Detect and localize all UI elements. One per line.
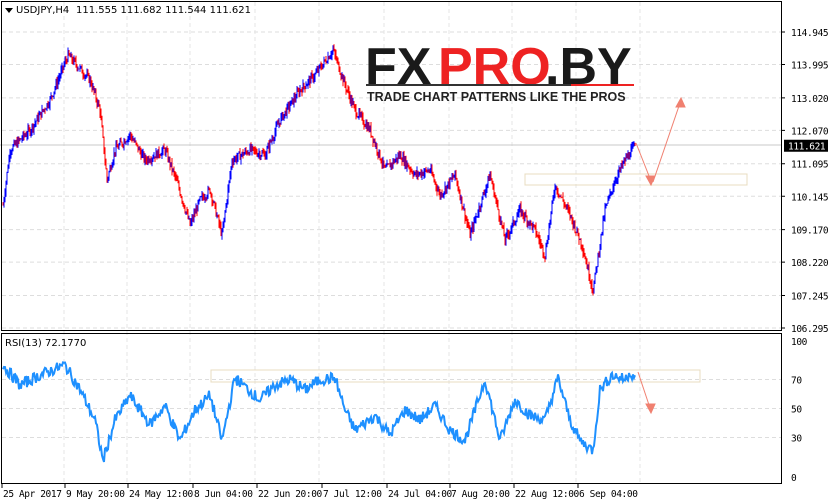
price-tick-label: 108.220 xyxy=(791,258,829,269)
chart-window[interactable]: FX PRO .BY TRADE CHART PATTERNS LIKE THE… xyxy=(0,0,829,504)
time-tick-label: 22 Aug 12:00 xyxy=(515,489,580,500)
price-tick-label: 113.020 xyxy=(791,94,829,105)
arrow-down xyxy=(635,142,652,182)
price-tick-label: 111.095 xyxy=(791,160,828,171)
chart-canvas[interactable]: FX PRO .BY TRADE CHART PATTERNS LIKE THE… xyxy=(0,0,829,504)
time-tick-label: 8 Jun 04:00 xyxy=(194,489,253,500)
rsi-tick-label: 50 xyxy=(791,405,802,416)
time-tick-label: 7 Jul 12:00 xyxy=(323,489,382,500)
rsi-label: RSI(13) 72.1770 xyxy=(5,338,86,349)
logo: FX PRO .BY TRADE CHART PATTERNS LIKE THE… xyxy=(365,38,634,104)
ohlc-values: 111.555 111.682 111.544 111.621 xyxy=(76,5,251,16)
rsi-tick-label: 100 xyxy=(791,337,808,348)
rsi-tick-label: 0 xyxy=(791,473,797,484)
arrow-up xyxy=(652,102,681,183)
logo-by: .BY xyxy=(545,38,632,96)
symbol-label: USDJPY,H4 xyxy=(16,5,69,16)
dropdown-triangle-icon[interactable] xyxy=(5,8,13,13)
price-tick-label: 110.145 xyxy=(791,192,828,203)
logo-underline-red xyxy=(571,84,634,86)
time-tick-label: 22 Jun 20:00 xyxy=(258,489,323,500)
rsi-tick-label: 70 xyxy=(791,376,802,387)
time-tick-label: 24 May 12:00 xyxy=(129,489,194,500)
price-tick-label: 113.995 xyxy=(791,61,828,72)
price-tick-label: 106.295 xyxy=(791,324,828,335)
logo-underline-dark xyxy=(366,84,571,86)
resistance-zone xyxy=(524,173,748,186)
rsi-tick-label: 30 xyxy=(791,434,802,445)
time-tick-label: 6 Sep 04:00 xyxy=(579,489,638,500)
time-tick-label: 7 Aug 20:00 xyxy=(451,489,510,500)
time-tick-label: 24 Jul 04:00 xyxy=(388,489,453,500)
logo-fx: FX xyxy=(365,38,432,96)
price-tick-label: 109.170 xyxy=(791,226,829,237)
time-tick-label: 9 May 20:00 xyxy=(66,489,125,500)
price-tick-label: 112.070 xyxy=(791,126,829,137)
logo-tagline: TRADE CHART PATTERNS LIKE THE PROS xyxy=(367,90,626,104)
rsi-panel-frame xyxy=(1,333,782,484)
time-axis[interactable]: 25 Apr 2017 9 May 20:00 24 May 12:00 8 Jun … xyxy=(1,484,639,500)
arrow-head-icon xyxy=(675,96,686,108)
price-axis[interactable]: 114.945 113.995 113.020 112.070 111.095 110.1… xyxy=(781,28,829,335)
time-tick-label: 25 Apr 2017 xyxy=(3,489,62,500)
price-tick-label: 107.245 xyxy=(791,291,828,302)
logo-pro: PRO xyxy=(438,38,551,96)
price-tick-label: 114.945 xyxy=(791,28,828,39)
current-price-label: 111.621 xyxy=(788,142,826,153)
annotations xyxy=(0,144,781,383)
rsi-axis[interactable]: 100 70 50 30 0 xyxy=(791,337,808,484)
